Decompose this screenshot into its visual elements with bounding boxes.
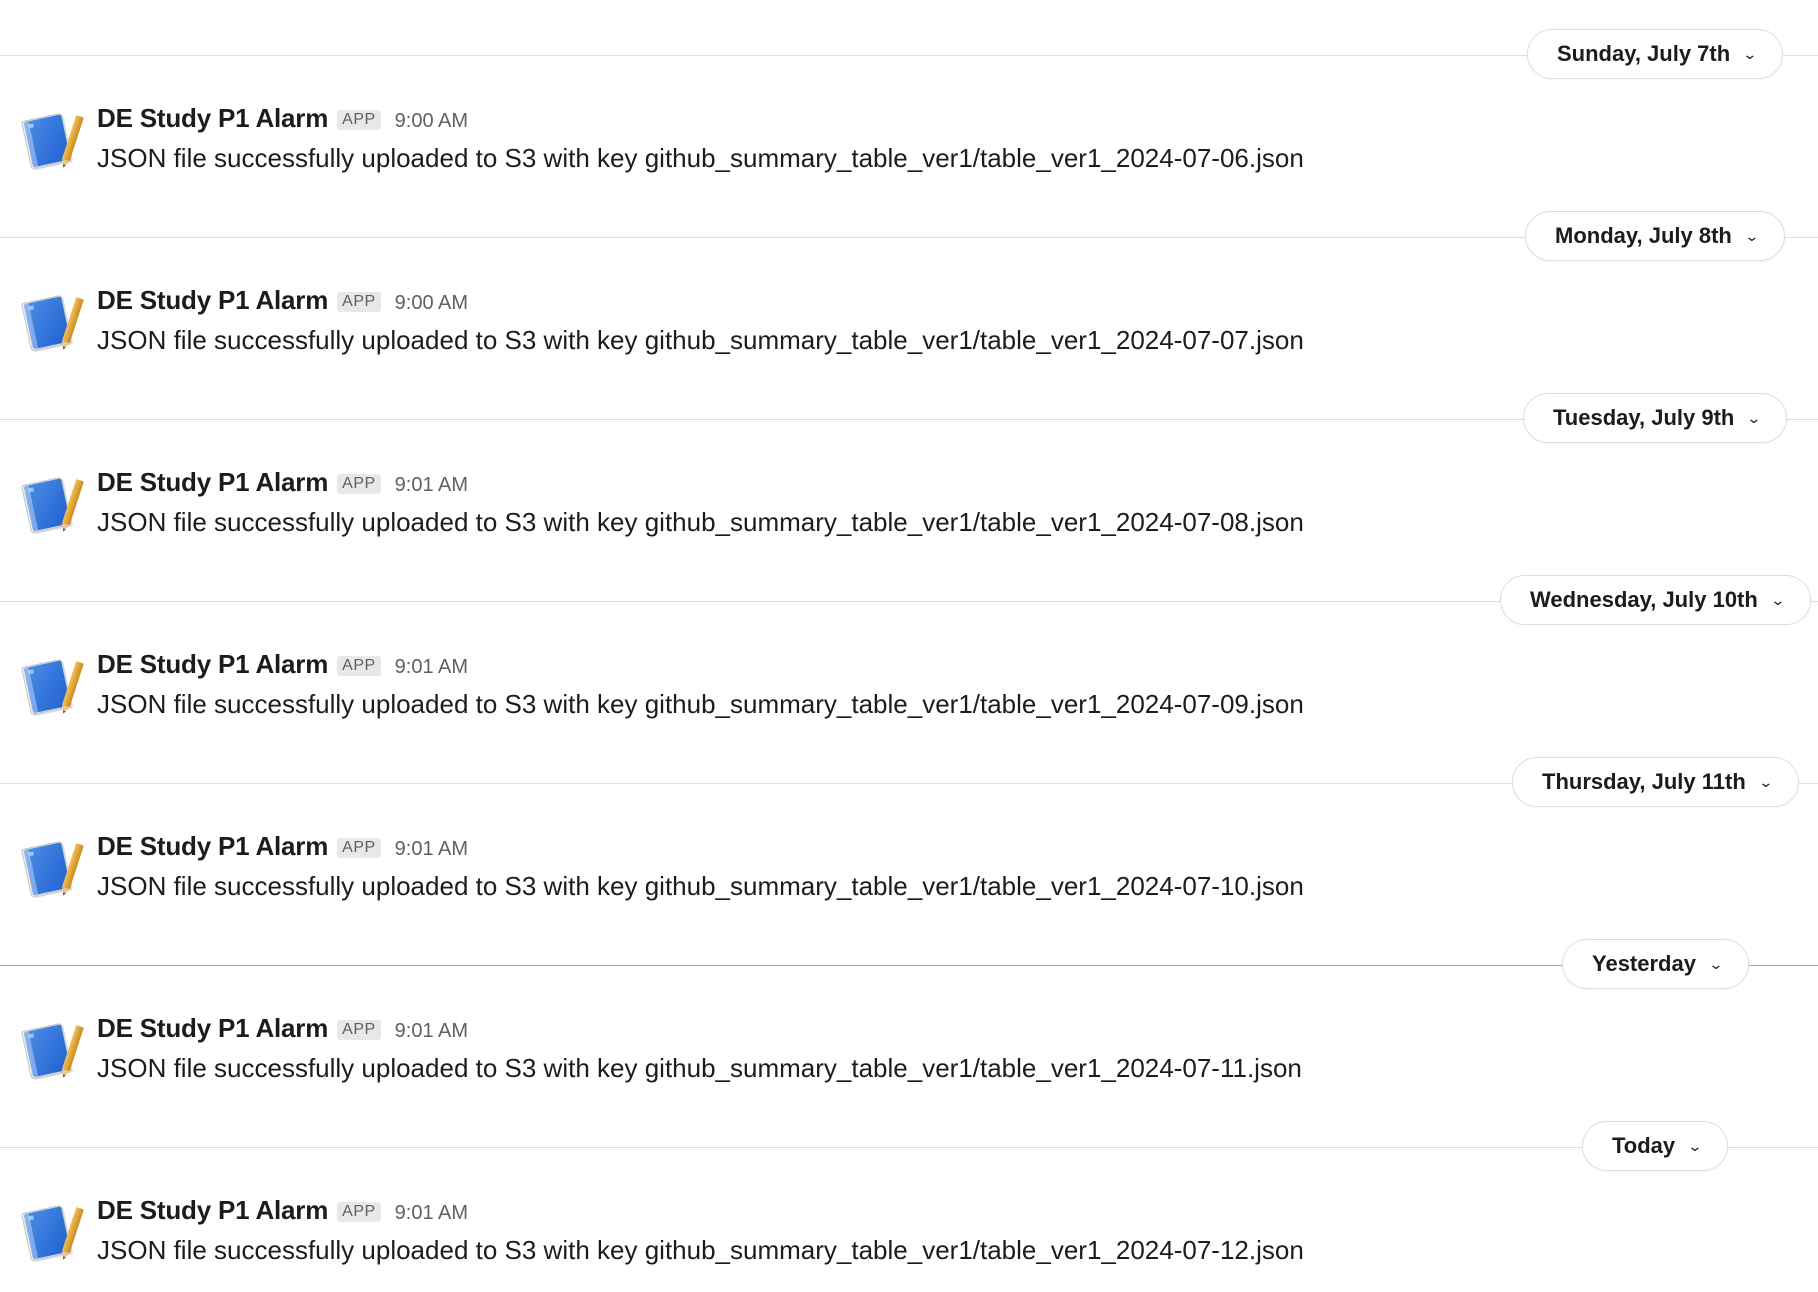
app-badge: APP [337,656,381,676]
date-jump-button[interactable]: Today ⌄ [1582,1121,1728,1171]
message-item[interactable]: DE Study P1 Alarm APP 9:01 AM JSON file … [0,1187,1818,1277]
notebook-app-icon[interactable] [18,289,84,355]
sender-name[interactable]: DE Study P1 Alarm [97,103,328,134]
sender-name[interactable]: DE Study P1 Alarm [97,831,328,862]
message-header: DE Study P1 Alarm APP 9:01 AM [97,649,468,680]
message-header: DE Study P1 Alarm APP 9:00 AM [97,103,468,134]
date-label: Thursday, July 11th [1542,769,1746,794]
notebook-app-icon[interactable] [18,653,84,719]
date-jump-button[interactable]: Tuesday, July 9th ⌄ [1523,393,1788,443]
app-badge: APP [337,474,381,494]
message-item[interactable]: DE Study P1 Alarm APP 9:01 AM JSON file … [0,459,1818,549]
sender-name[interactable]: DE Study P1 Alarm [97,467,328,498]
date-jump-button[interactable]: Sunday, July 7th ⌄ [1527,29,1783,79]
message-item[interactable]: DE Study P1 Alarm APP 9:01 AM JSON file … [0,641,1818,731]
day-section: Monday, July 8th ⌄ DE Study P1 Alarm APP… [0,182,1818,364]
date-jump-button[interactable]: Thursday, July 11th ⌄ [1512,757,1799,807]
date-label: Tuesday, July 9th [1553,405,1735,430]
chevron-down-icon: ⌄ [1708,955,1724,972]
app-badge: APP [337,1202,381,1222]
message-timestamp[interactable]: 9:01 AM [395,1020,468,1043]
chevron-down-icon: ⌄ [1746,409,1762,426]
date-divider-line [0,1147,1818,1148]
message-timestamp[interactable]: 9:00 AM [395,292,468,315]
chevron-down-icon: ⌄ [1687,1137,1703,1154]
message-item[interactable]: DE Study P1 Alarm APP 9:01 AM JSON file … [0,823,1818,913]
sender-name[interactable]: DE Study P1 Alarm [97,1195,328,1226]
message-header: DE Study P1 Alarm APP 9:01 AM [97,831,468,862]
notebook-app-icon[interactable] [18,835,84,901]
day-section: Thursday, July 11th ⌄ DE Study P1 Alarm … [0,728,1818,910]
message-timestamp[interactable]: 9:01 AM [395,838,468,861]
date-label: Wednesday, July 10th [1530,587,1758,612]
sender-name[interactable]: DE Study P1 Alarm [97,649,328,680]
message-item[interactable]: DE Study P1 Alarm APP 9:00 AM JSON file … [0,277,1818,367]
message-item[interactable]: DE Study P1 Alarm APP 9:01 AM JSON file … [0,1005,1818,1095]
date-jump-button[interactable]: Monday, July 8th ⌄ [1525,211,1785,261]
message-text: JSON file successfully uploaded to S3 wi… [97,1053,1302,1083]
app-badge: APP [337,292,381,312]
day-section: Wednesday, July 10th ⌄ DE Study P1 Alarm… [0,546,1818,728]
date-jump-button[interactable]: Yesterday ⌄ [1562,939,1749,989]
message-text: JSON file successfully uploaded to S3 wi… [97,507,1304,537]
sender-name[interactable]: DE Study P1 Alarm [97,285,328,316]
message-header: DE Study P1 Alarm APP 9:00 AM [97,285,468,316]
message-text: JSON file successfully uploaded to S3 wi… [97,689,1304,719]
app-badge: APP [337,110,381,130]
date-label: Yesterday [1592,951,1696,976]
day-section: Today ⌄ DE Study P1 Alarm APP 9:01 AM JS… [0,1092,1818,1274]
notebook-app-icon[interactable] [18,1199,84,1265]
message-timestamp[interactable]: 9:01 AM [395,474,468,497]
message-feed: Sunday, July 7th ⌄ DE Study P1 Alarm APP… [0,0,1818,1292]
chevron-down-icon: ⌄ [1744,227,1760,244]
message-header: DE Study P1 Alarm APP 9:01 AM [97,1013,468,1044]
message-timestamp[interactable]: 9:01 AM [395,1202,468,1225]
day-section: Tuesday, July 9th ⌄ DE Study P1 Alarm AP… [0,364,1818,546]
chevron-down-icon: ⌄ [1770,591,1786,608]
message-header: DE Study P1 Alarm APP 9:01 AM [97,1195,468,1226]
date-label: Monday, July 8th [1555,223,1732,248]
notebook-app-icon[interactable] [18,107,84,173]
message-header: DE Study P1 Alarm APP 9:01 AM [97,467,468,498]
message-text: JSON file successfully uploaded to S3 wi… [97,325,1304,355]
date-jump-button[interactable]: Wednesday, July 10th ⌄ [1500,575,1811,625]
notebook-app-icon[interactable] [18,471,84,537]
chevron-down-icon: ⌄ [1758,773,1774,790]
notebook-app-icon[interactable] [18,1017,84,1083]
message-timestamp[interactable]: 9:01 AM [395,656,468,679]
app-badge: APP [337,1020,381,1040]
app-badge: APP [337,838,381,858]
message-timestamp[interactable]: 9:00 AM [395,110,468,133]
message-text: JSON file successfully uploaded to S3 wi… [97,143,1304,173]
sender-name[interactable]: DE Study P1 Alarm [97,1013,328,1044]
date-label: Sunday, July 7th [1557,41,1731,66]
date-label: Today [1612,1133,1676,1158]
message-text: JSON file successfully uploaded to S3 wi… [97,871,1304,901]
new-messages-divider-line [0,965,1818,966]
day-section: Yesterday ⌄ DE Study P1 Alarm APP 9:01 A… [0,910,1818,1092]
message-text: JSON file successfully uploaded to S3 wi… [97,1235,1304,1265]
chevron-down-icon: ⌄ [1742,45,1758,62]
day-section: Sunday, July 7th ⌄ DE Study P1 Alarm APP… [0,0,1818,182]
message-item[interactable]: DE Study P1 Alarm APP 9:00 AM JSON file … [0,95,1818,185]
